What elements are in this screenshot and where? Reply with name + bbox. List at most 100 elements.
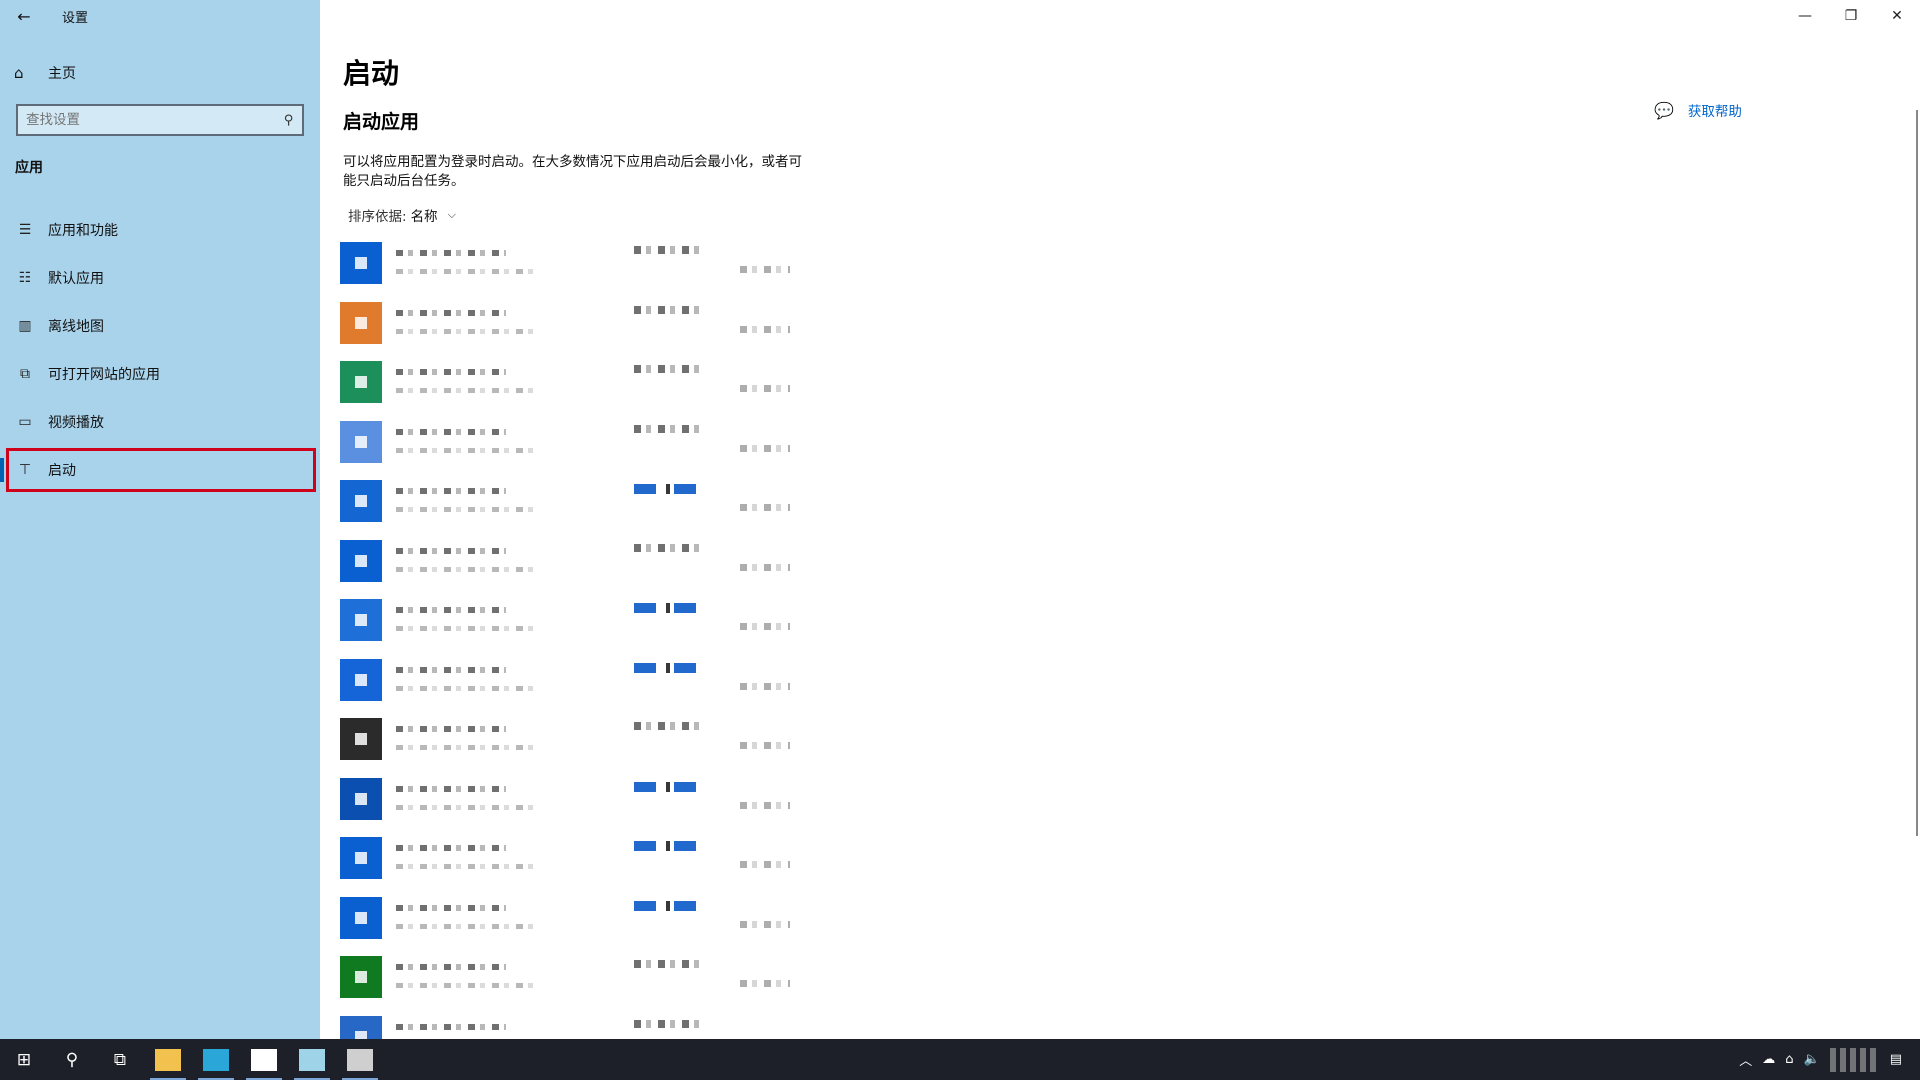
selection-highlight-box bbox=[6, 448, 316, 492]
sort-dropdown[interactable]: 排序依据: 名称 ⌵ bbox=[348, 205, 456, 225]
app-name-redacted bbox=[396, 369, 506, 375]
scrollbar[interactable] bbox=[1916, 110, 1918, 836]
app-name-redacted bbox=[396, 904, 506, 911]
app-publisher-redacted bbox=[396, 685, 536, 691]
back-arrow-icon: ← bbox=[17, 6, 31, 26]
startup-toggle[interactable] bbox=[634, 960, 704, 968]
startup-toggle[interactable] bbox=[634, 484, 704, 494]
startup-app-row bbox=[340, 599, 820, 659]
startup-toggle[interactable] bbox=[634, 900, 704, 911]
startup-toggle[interactable] bbox=[634, 305, 704, 314]
app-icon bbox=[340, 718, 382, 760]
app-name-redacted bbox=[396, 666, 506, 673]
app-icon bbox=[340, 301, 382, 344]
startup-toggle[interactable] bbox=[634, 424, 704, 433]
notification-center-icon[interactable]: ▤ bbox=[1890, 1052, 1902, 1067]
app-publisher-redacted bbox=[396, 626, 536, 631]
taskbar-search-button[interactable]: ⚲ bbox=[48, 1039, 96, 1080]
taskbar-app-app-4[interactable] bbox=[288, 1039, 336, 1080]
get-help-label[interactable]: 获取帮助 bbox=[1688, 100, 1742, 120]
task-view-icon: ⧉ bbox=[113, 1049, 127, 1070]
startup-toggle[interactable] bbox=[634, 1019, 704, 1028]
sidebar-item-offline-maps[interactable]: ▥ 离线地图 bbox=[0, 302, 320, 350]
taskbar-app-app-3[interactable] bbox=[240, 1039, 288, 1080]
app-publisher-redacted bbox=[396, 864, 536, 869]
app-name-redacted bbox=[396, 845, 506, 851]
startup-app-row bbox=[340, 301, 820, 362]
startup-toggle[interactable] bbox=[634, 662, 704, 673]
section-subtitle: 启动应用 bbox=[343, 111, 420, 133]
app-publisher-redacted bbox=[396, 328, 536, 334]
task-view-button[interactable]: ⧉ bbox=[96, 1039, 144, 1080]
taskbar-app-settings[interactable] bbox=[336, 1039, 384, 1080]
home-link[interactable]: ⌂ 主页 bbox=[14, 60, 76, 86]
startup-app-row bbox=[340, 896, 820, 957]
app-name-redacted bbox=[396, 547, 506, 554]
app-publisher-redacted bbox=[396, 388, 536, 393]
app-4-icon bbox=[299, 1048, 325, 1071]
file-explorer-icon bbox=[155, 1048, 181, 1071]
search-box[interactable]: ⚲ bbox=[16, 104, 304, 136]
startup-app-row bbox=[340, 777, 820, 838]
startup-app-row bbox=[340, 956, 820, 1016]
app-icon bbox=[340, 837, 382, 879]
description-text: 可以将应用配置为登录时启动。在大多数情况下应用启动后会最小化，或者可能只启动后台… bbox=[343, 154, 802, 189]
taskbar-apps bbox=[144, 1039, 384, 1080]
app-icon bbox=[340, 658, 382, 701]
taskbar-app-edge[interactable] bbox=[192, 1039, 240, 1080]
network-icon[interactable]: ⌂ bbox=[1785, 1052, 1793, 1067]
startup-impact-redacted bbox=[740, 563, 790, 571]
startup-impact-redacted bbox=[740, 742, 790, 749]
sidebar-item-apps-features[interactable]: ☰ 应用和功能 bbox=[0, 206, 320, 254]
sidebar-item-label: 可打开网站的应用 bbox=[48, 367, 160, 383]
startup-toggle[interactable] bbox=[634, 603, 704, 613]
app-publisher-redacted bbox=[396, 983, 536, 988]
startup-app-list bbox=[340, 242, 820, 1075]
startup-impact-redacted bbox=[740, 385, 790, 392]
startup-impact-redacted bbox=[740, 980, 790, 987]
sidebar: ← 设置 ⌂ 主页 ⚲ 应用 ☰ 应用和功能 ☷ 默认应用 ▥ 离线地图 ⧉ 可… bbox=[0, 0, 320, 1039]
startup-app-row bbox=[340, 539, 820, 600]
app-name-redacted bbox=[396, 250, 506, 256]
system-tray: ︿ ☁ ⌂ 🔈 ▤ bbox=[1739, 1039, 1920, 1080]
startup-app-row bbox=[340, 361, 820, 421]
app-icon bbox=[340, 599, 382, 641]
sidebar-item-apps-for-websites[interactable]: ⧉ 可打开网站的应用 bbox=[0, 350, 320, 398]
app-name-redacted bbox=[396, 309, 506, 316]
back-button[interactable]: ← bbox=[0, 0, 48, 32]
tray-overflow-chevron-icon[interactable]: ︿ bbox=[1739, 1050, 1752, 1069]
windows-logo-icon: ⊞ bbox=[16, 1049, 32, 1070]
chat-help-icon: 💬 bbox=[1654, 100, 1674, 120]
startup-toggle[interactable] bbox=[634, 246, 704, 254]
app-3-icon bbox=[251, 1048, 277, 1071]
settings-icon bbox=[347, 1048, 373, 1071]
default-apps-icon: ☷ bbox=[18, 270, 32, 286]
startup-toggle[interactable] bbox=[634, 841, 704, 851]
app-icon bbox=[340, 361, 382, 403]
search-input[interactable] bbox=[26, 112, 285, 128]
startup-toggle[interactable] bbox=[634, 543, 704, 552]
startup-impact-redacted bbox=[740, 325, 790, 333]
startup-impact-redacted bbox=[740, 682, 790, 690]
sidebar-item-startup[interactable]: ⊤ 启动 bbox=[0, 446, 320, 494]
taskbar-app-file-explorer[interactable] bbox=[144, 1039, 192, 1080]
search-icon[interactable]: ⚲ bbox=[284, 113, 294, 128]
volume-icon[interactable]: 🔈 bbox=[1804, 1052, 1820, 1067]
chevron-down-icon: ⌵ bbox=[447, 208, 456, 221]
startup-toggle[interactable] bbox=[634, 365, 704, 373]
app-publisher-redacted bbox=[396, 804, 536, 810]
app-publisher-redacted bbox=[396, 923, 536, 929]
startup-toggle[interactable] bbox=[634, 722, 704, 730]
startup-impact-redacted bbox=[740, 920, 790, 928]
start-button[interactable]: ⊞ bbox=[0, 1039, 48, 1080]
startup-app-row bbox=[340, 242, 820, 302]
startup-toggle[interactable] bbox=[634, 781, 704, 792]
clock-area[interactable] bbox=[1829, 1047, 1880, 1072]
startup-impact-redacted bbox=[740, 861, 790, 868]
sort-label: 排序依据: bbox=[348, 209, 407, 225]
get-help-link[interactable]: 💬 获取帮助 bbox=[1654, 100, 1742, 121]
onedrive-cloud-icon[interactable]: ☁ bbox=[1762, 1052, 1775, 1067]
sidebar-item-video-playback[interactable]: ▭ 视频播放 bbox=[0, 398, 320, 446]
page-title: 启动 bbox=[343, 57, 400, 90]
sidebar-item-default-apps[interactable]: ☷ 默认应用 bbox=[0, 254, 320, 302]
